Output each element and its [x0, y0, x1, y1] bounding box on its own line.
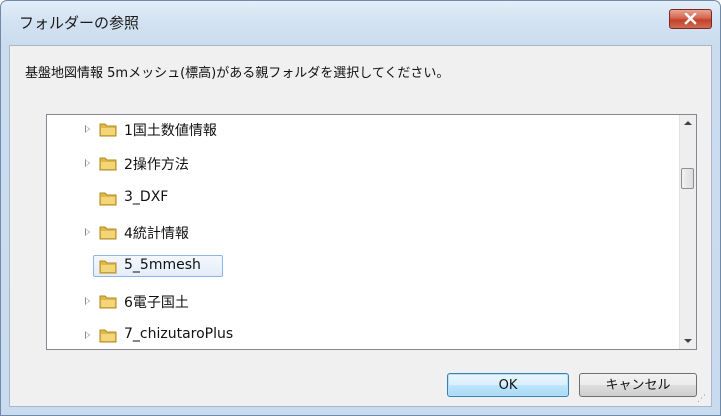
- scroll-up-arrow-icon[interactable]: [680, 115, 696, 132]
- tree-item-4[interactable]: 4統計情報: [47, 220, 667, 244]
- tree-item-2[interactable]: 2操作方法: [47, 151, 667, 175]
- tree-item-label: 4統計情報: [124, 226, 189, 242]
- tree-item-label: 5_5mmesh: [124, 257, 201, 273]
- resize-grip-icon[interactable]: ⋰: [697, 394, 707, 404]
- chevron-right-icon[interactable]: [85, 297, 90, 305]
- instruction-text: 基盤地図情報 5mメッシュ(標高)がある親フォルダを選択してください。: [25, 66, 450, 81]
- scrollbar-thumb[interactable]: [681, 168, 694, 189]
- close-icon: [684, 13, 697, 25]
- folder-tree[interactable]: 1国土数値情報 2操作方法 3_DXF 4統計情報 5_5mmesh 6電子国土…: [46, 114, 697, 350]
- tree-item-7[interactable]: 7_chizutaroPlus: [47, 323, 667, 347]
- ok-button[interactable]: OK: [447, 373, 569, 397]
- title-bar[interactable]: フォルダーの参照: [1, 1, 720, 45]
- tree-item-label: 7_chizutaroPlus: [124, 326, 234, 342]
- tree-item-label: 6電子国土: [124, 295, 189, 311]
- dialog-title: フォルダーの参照: [19, 14, 140, 32]
- folder-icon: [99, 226, 117, 240]
- folder-icon: [99, 192, 117, 206]
- tree-item-label: 1国土数値情報: [124, 123, 217, 139]
- chevron-right-icon[interactable]: [85, 331, 90, 339]
- chevron-right-icon[interactable]: [85, 159, 90, 167]
- tree-item-1[interactable]: 1国土数値情報: [47, 117, 667, 141]
- tree-item-5-selected[interactable]: 5_5mmesh: [47, 254, 667, 278]
- dialog-body: 基盤地図情報 5mメッシュ(標高)がある親フォルダを選択してください。 1国土数…: [9, 45, 712, 407]
- folder-icon: [99, 329, 117, 343]
- tree-item-label: 3_DXF: [124, 189, 169, 205]
- tree-item-3[interactable]: 3_DXF: [47, 186, 667, 210]
- folder-icon: [99, 157, 117, 171]
- folder-icon: [99, 295, 117, 309]
- chevron-right-icon[interactable]: [85, 125, 90, 133]
- browse-folder-dialog: フォルダーの参照 基盤地図情報 5mメッシュ(標高)がある親フォルダを選択してく…: [0, 0, 721, 416]
- scroll-down-arrow-icon[interactable]: [680, 332, 696, 349]
- tree-item-6[interactable]: 6電子国土: [47, 289, 667, 313]
- folder-icon: [99, 260, 117, 274]
- chevron-right-icon[interactable]: [85, 228, 90, 236]
- vertical-scrollbar[interactable]: [679, 115, 696, 349]
- cancel-button[interactable]: キャンセル: [579, 373, 697, 397]
- tree-item-label: 2操作方法: [124, 157, 189, 173]
- close-button[interactable]: [669, 9, 712, 29]
- folder-icon: [99, 123, 117, 137]
